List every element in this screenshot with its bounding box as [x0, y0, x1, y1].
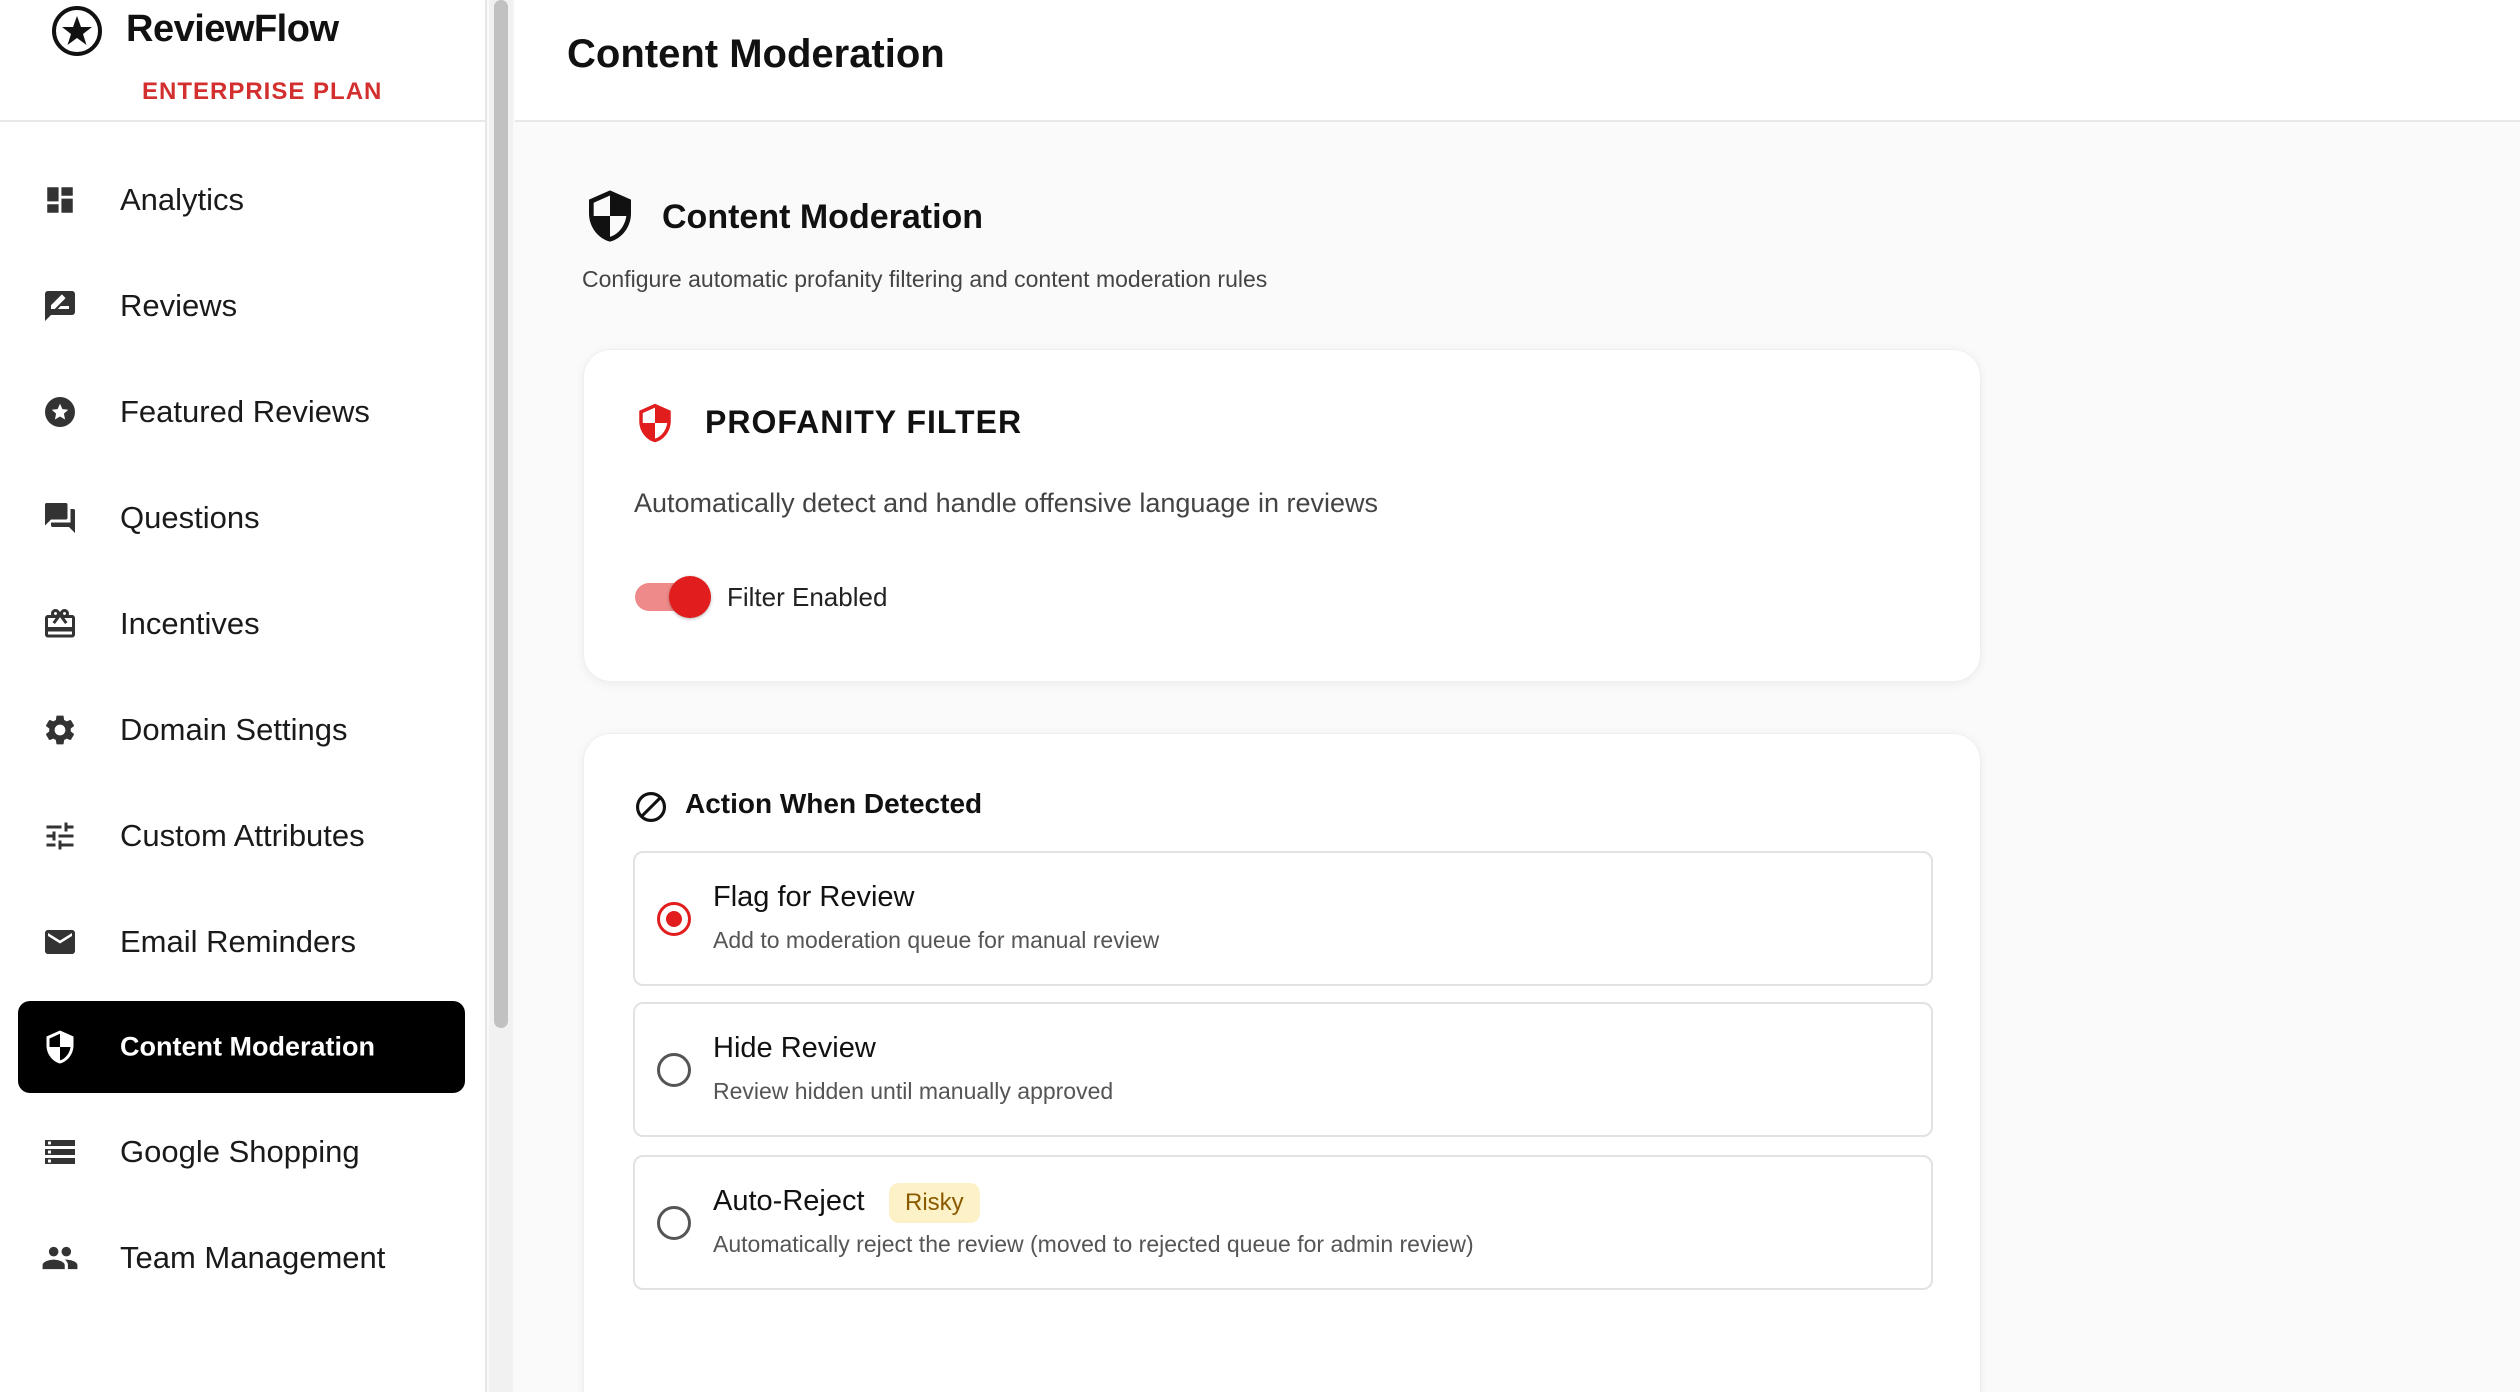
gift-card-icon	[40, 604, 80, 644]
sidebar-item-google-shopping[interactable]: Google Shopping	[18, 1106, 465, 1198]
storage-icon	[40, 1132, 80, 1172]
toggle-knob	[669, 576, 711, 618]
sidebar-item-email-reminders[interactable]: Email Reminders	[18, 896, 465, 988]
section-title: Content Moderation	[662, 198, 984, 236]
sidebar-item-label: Content Moderation	[120, 1031, 375, 1062]
radio-button[interactable]	[657, 1052, 691, 1087]
sidebar-item-analytics[interactable]: Analytics	[18, 154, 465, 246]
profanity-filter-card: PROFANITY FILTER Automatically detect an…	[583, 349, 1981, 682]
sidebar: ReviewFlow ENTERPRISE PLAN Analytics Rev…	[0, 0, 487, 1392]
sidebar-item-label: Analytics	[120, 182, 245, 217]
rate-review-icon	[40, 286, 80, 326]
plan-badge: ENTERPRISE PLAN	[142, 78, 383, 105]
radio-button[interactable]	[657, 1205, 691, 1240]
shield-icon	[589, 190, 631, 242]
sidebar-item-label: Questions	[120, 500, 260, 535]
sidebar-scrollbar-thumb[interactable]	[494, 0, 508, 1028]
sidebar-item-featured-reviews[interactable]: Featured Reviews	[18, 366, 465, 458]
shield-icon	[639, 403, 671, 443]
gear-icon	[40, 710, 80, 750]
option-flag-for-review[interactable]: Flag for Review Add to moderation queue …	[633, 851, 1933, 986]
brand-header: ReviewFlow ENTERPRISE PLAN	[0, 0, 485, 122]
sidebar-item-reviews[interactable]: Reviews	[18, 260, 465, 352]
sidebar-item-label: Incentives	[120, 606, 260, 641]
option-auto-reject[interactable]: Auto-Reject Risky Automatically reject t…	[633, 1155, 1933, 1290]
radio-button[interactable]	[657, 901, 691, 936]
option-description: Review hidden until manually approved	[713, 1078, 1114, 1104]
action-when-detected-card: Action When Detected Flag for Review Add…	[583, 733, 1981, 1392]
forum-icon	[40, 498, 80, 538]
sidebar-item-content-moderation[interactable]: Content Moderation	[18, 1001, 465, 1093]
star-circle-logo-icon	[52, 6, 102, 56]
sidebar-item-label: Email Reminders	[120, 924, 357, 959]
card-description: Automatically detect and handle offensiv…	[634, 488, 1378, 518]
sidebar-item-team-management[interactable]: Team Management	[18, 1212, 465, 1304]
option-title: Hide Review	[713, 1032, 876, 1064]
option-hide-review[interactable]: Hide Review Review hidden until manually…	[633, 1002, 1933, 1137]
card-title: PROFANITY FILTER	[705, 404, 1023, 440]
option-title: Auto-Reject	[713, 1185, 865, 1217]
sidebar-item-domain-settings[interactable]: Domain Settings	[18, 684, 465, 776]
star-circle-icon	[40, 392, 80, 432]
sidebar-item-questions[interactable]: Questions	[18, 472, 465, 564]
sidebar-item-label: Domain Settings	[120, 712, 348, 747]
sidebar-item-label: Google Shopping	[120, 1134, 360, 1169]
sidebar-item-label: Reviews	[120, 288, 238, 323]
sidebar-item-incentives[interactable]: Incentives	[18, 578, 465, 670]
option-description: Add to moderation queue for manual revie…	[713, 927, 1160, 953]
people-icon	[40, 1238, 80, 1278]
sidebar-item-custom-attributes[interactable]: Custom Attributes	[18, 790, 465, 882]
section-description: Configure automatic profanity filtering …	[582, 266, 1268, 292]
page-title: Content Moderation	[567, 32, 945, 76]
risky-badge: Risky	[889, 1183, 980, 1223]
sidebar-item-label: Featured Reviews	[120, 394, 370, 429]
shield-icon	[40, 1027, 80, 1067]
toggle-label: Filter Enabled	[727, 582, 888, 612]
option-title: Flag for Review	[713, 881, 915, 913]
sidebar-item-label: Team Management	[120, 1240, 386, 1275]
block-icon	[635, 791, 667, 823]
top-bar: Content Moderation	[515, 0, 2520, 122]
tune-icon	[40, 816, 80, 856]
sidebar-item-label: Custom Attributes	[120, 818, 365, 853]
dashboard-icon	[40, 180, 80, 220]
mail-icon	[40, 922, 80, 962]
card-title: Action When Detected	[685, 788, 983, 819]
option-description: Automatically reject the review (moved t…	[713, 1231, 1474, 1257]
filter-enabled-toggle[interactable]	[635, 574, 711, 620]
brand-name: ReviewFlow	[126, 8, 339, 50]
